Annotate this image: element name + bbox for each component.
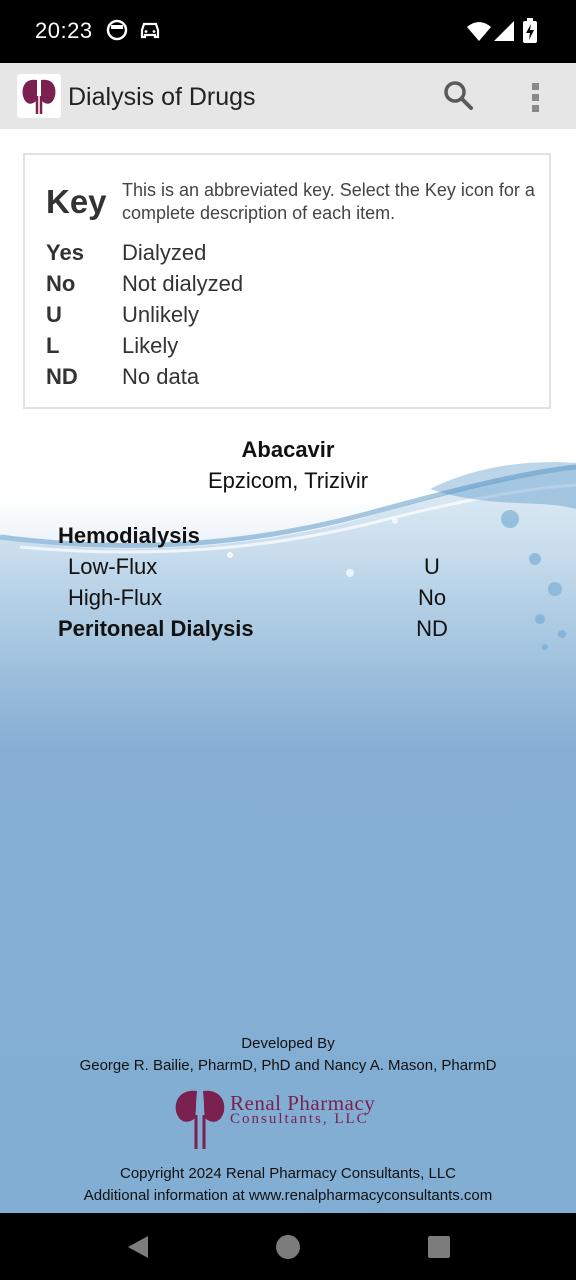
peritoneal-dialysis-label: Peritoneal Dialysis <box>58 616 254 641</box>
signal-icon <box>493 20 515 47</box>
key-title: Key <box>46 183 107 220</box>
key-meaning: Not dialyzed <box>122 271 244 296</box>
drug-detail-content[interactable]: Key This is an abbreviated key. Select t… <box>0 129 576 1213</box>
low-flux-label: Low-Flux <box>68 554 158 579</box>
key-abbr: L <box>46 333 60 358</box>
developed-by-label: Developed By <box>241 1035 335 1052</box>
overflow-menu-icon[interactable] <box>520 77 552 117</box>
hemodialysis-heading: Hemodialysis <box>58 523 200 548</box>
status-bar: 20:23 <box>0 0 576 63</box>
car-icon <box>139 19 161 46</box>
back-icon[interactable] <box>124 1233 152 1261</box>
high-flux-label: High-Flux <box>68 585 163 610</box>
status-time: 20:23 <box>35 18 93 43</box>
home-icon[interactable] <box>274 1233 302 1261</box>
key-abbr: No <box>46 271 76 296</box>
key-row-yes: Yes Dialyzed <box>46 240 206 266</box>
key-abbr: U <box>46 302 62 327</box>
recents-icon[interactable] <box>425 1233 453 1261</box>
company-name-line2: Consultants, LLC <box>230 1111 369 1127</box>
drug-name: Abacavir <box>241 437 335 462</box>
key-row-nd: ND No data <box>46 364 199 390</box>
kidney-logo-icon <box>17 74 61 118</box>
copyright-text: Copyright 2024 Renal Pharmacy Consultant… <box>119 1165 456 1182</box>
key-abbr: ND <box>46 364 78 389</box>
peritoneal-dialysis-value: ND <box>416 616 448 641</box>
wifi-icon <box>466 20 492 47</box>
kidney-logo-icon <box>175 1090 225 1149</box>
key-row-u: U Unlikely <box>46 302 199 328</box>
additional-info-link[interactable]: Additional information at www.renalpharm… <box>0 1187 576 1204</box>
notification-face-icon <box>106 19 128 46</box>
key-abbr: Yes <box>46 240 84 265</box>
high-flux-value: No <box>417 585 447 610</box>
key-meaning: Dialyzed <box>122 240 207 265</box>
low-flux-value: U <box>424 554 440 579</box>
developer-names: George R. Bailie, PharmD, PhD and Nancy … <box>79 1057 497 1074</box>
key-row-l: L Likely <box>46 333 178 359</box>
battery-charging-icon <box>522 18 538 49</box>
app-bar: Dialysis of Drugs <box>0 63 576 129</box>
key-meaning: No data <box>122 364 200 389</box>
key-row-no: No Not dialyzed <box>46 271 243 297</box>
system-nav-bar <box>0 1213 576 1280</box>
drug-brand-names: Epzicom, Trizivir <box>207 468 369 493</box>
renal-pharmacy-consultants-logo: Renal Pharmacy Consultants, LLC <box>172 1087 412 1151</box>
key-description: This is an abbreviated key. Select the K… <box>122 180 535 223</box>
key-meaning: Unlikely <box>122 302 200 327</box>
key-meaning: Likely <box>122 333 179 358</box>
app-title: Dialysis of Drugs <box>68 83 256 111</box>
key-card: Key This is an abbreviated key. Select t… <box>23 153 551 409</box>
search-icon[interactable] <box>440 77 478 115</box>
